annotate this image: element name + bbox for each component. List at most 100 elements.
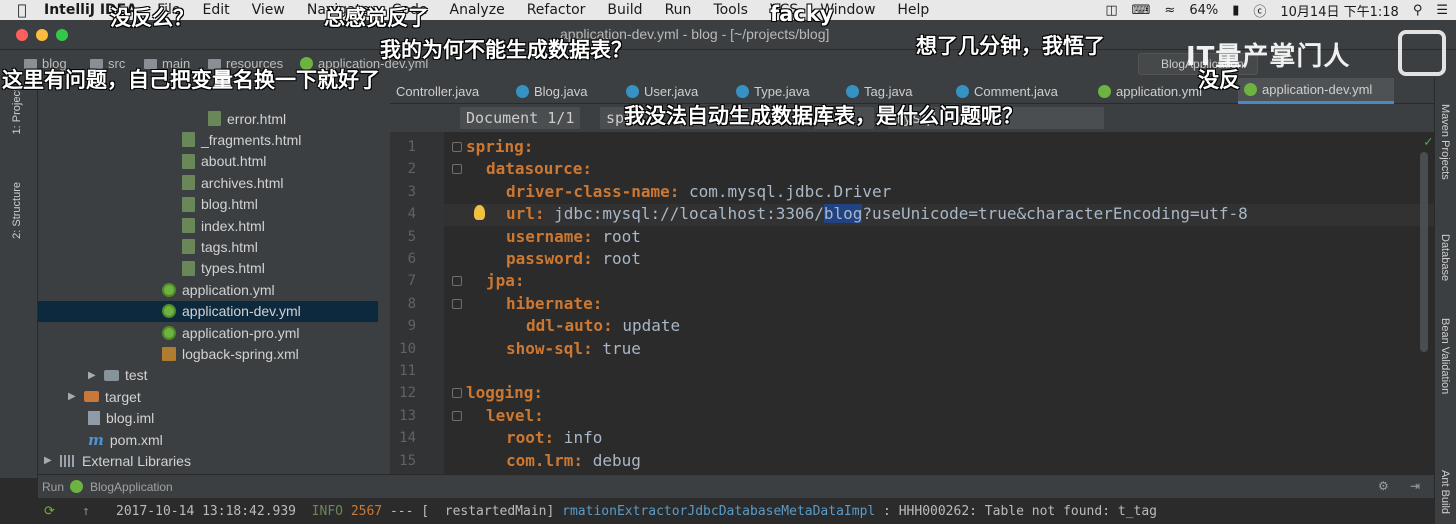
tree-item[interactable]: application.yml	[38, 279, 378, 300]
yaml-key: hibernate:	[506, 293, 603, 313]
menu-tools[interactable]: Tools	[713, 2, 748, 18]
tree-item[interactable]: m pom.xml	[38, 429, 378, 450]
yaml-key: datasource:	[486, 159, 592, 179]
tree-item-label: test	[125, 367, 148, 384]
editor-tab-label: Tag.java	[864, 83, 913, 99]
run-console[interactable]: ⟳ ↑ 2017-10-14 13:18:42.939 INFO 2567 --…	[0, 498, 1434, 524]
spring-boot-icon	[70, 480, 83, 493]
tree-item[interactable]: tags.html	[38, 236, 378, 257]
tree-item[interactable]: archives.html	[38, 172, 378, 193]
code-line: datasource:	[466, 158, 592, 180]
editor-scrollbar[interactable]	[1420, 152, 1428, 352]
tree-item-label: blog.html	[201, 196, 258, 213]
editor-tab[interactable]: Blog.java	[510, 78, 614, 104]
yaml-key: url:	[506, 204, 545, 224]
run-label[interactable]: Run	[42, 480, 64, 494]
inspection-ok-icon[interactable]: ✓	[1424, 134, 1432, 150]
spring-yml-icon	[162, 304, 176, 319]
java-class-icon	[626, 84, 639, 98]
danmaku-comment: 没反	[1198, 68, 1240, 92]
menu-edit[interactable]: Edit	[203, 2, 230, 18]
bean-validation-tool-tab[interactable]: Bean Validation	[1439, 318, 1451, 394]
menu-analyze[interactable]: Analyze	[450, 2, 505, 18]
run-config-label[interactable]: BlogApplication	[90, 480, 173, 494]
tree-item[interactable]: error.html	[38, 108, 378, 129]
tree-item[interactable]: _fragments.html	[38, 129, 378, 150]
danmaku-comment: 我的为何不能生成数据表？	[380, 38, 632, 62]
search-match-highlight: blog	[823, 204, 863, 224]
tree-item[interactable]: about.html	[38, 151, 378, 172]
danmaku-comment: 我没法自动生成数据库表，是什么问题呢？	[624, 104, 1023, 128]
rerun-icon[interactable]: ⟳	[44, 504, 55, 519]
database-tool-tab[interactable]: Database	[1439, 234, 1451, 281]
structure-tool-tab[interactable]: 2: Structure	[11, 182, 23, 239]
menu-help[interactable]: Help	[897, 2, 929, 18]
line-number: 3	[407, 183, 416, 200]
keyboard-icon[interactable]: ⌨	[1132, 3, 1151, 18]
danmaku-comment: 没反么？	[110, 6, 194, 30]
tree-item[interactable]: ▶ test	[38, 365, 378, 386]
scroll-up-icon[interactable]: ↑	[82, 504, 90, 519]
battery-status[interactable]: 64%	[1189, 3, 1218, 18]
editor-tab-label: Type.java	[754, 83, 810, 99]
menu-run[interactable]: Run	[665, 2, 692, 18]
menu-extras: ◫ ⌨ ≈ 64% ▮ ⓒ 10月14日 下午1:18 ⚲ ☰	[1105, 0, 1448, 20]
tree-item[interactable]: blog.html	[38, 194, 378, 215]
tree-item[interactable]: ▶ External Libraries	[38, 450, 378, 471]
expand-arrow-icon[interactable]: ▶	[44, 455, 54, 466]
tree-item-label: tags.html	[201, 238, 258, 255]
line-number: 6	[407, 251, 416, 267]
screen-mirror-icon[interactable]: ◫	[1105, 3, 1117, 18]
fold-marker-icon[interactable]	[452, 142, 462, 152]
yaml-value: debug	[583, 450, 641, 470]
code-line: logging:	[466, 382, 543, 404]
console-log-line: 2017-10-14 13:18:42.939 INFO 2567 --- [ …	[116, 504, 1157, 519]
yaml-value: root	[592, 226, 641, 246]
tree-item[interactable]: types.html	[38, 258, 378, 279]
fold-marker-icon[interactable]	[452, 276, 462, 287]
notification-center-icon[interactable]: ☰	[1436, 3, 1448, 18]
tree-item[interactable]: blog.iml	[38, 408, 378, 429]
tree-item[interactable]: application-dev.yml	[38, 300, 378, 322]
project-tool-tab[interactable]: 1: Project	[11, 88, 23, 134]
yaml-key: com.lrm:	[506, 450, 584, 470]
battery-icon[interactable]: ▮	[1232, 3, 1239, 18]
line-number: 15	[399, 452, 416, 469]
menu-refactor[interactable]: Refactor	[527, 2, 586, 18]
expand-arrow-icon[interactable]: ▶	[88, 370, 98, 381]
expand-arrow-icon[interactable]: ▶	[68, 391, 78, 402]
ant-build-tool-tab[interactable]: Ant Build	[1439, 470, 1451, 514]
zoom-window-button[interactable]	[56, 29, 68, 41]
apple-icon[interactable]: 	[0, 1, 44, 19]
yaml-value: update	[612, 316, 681, 336]
fold-marker-icon[interactable]	[452, 164, 462, 175]
maven-tool-tab[interactable]: Maven Projects	[1439, 104, 1451, 180]
menu-view[interactable]: View	[252, 2, 285, 18]
minimize-window-button[interactable]	[36, 29, 48, 41]
close-window-button[interactable]	[16, 29, 28, 41]
yaml-value: jdbc:mysql://localhost:3306/	[544, 204, 824, 224]
tree-item[interactable]: ▶ target	[38, 386, 378, 407]
menu-build[interactable]: Build	[607, 2, 642, 18]
project-tree: error.html _fragments.html about.html archi…	[38, 78, 390, 478]
editor-tab-label: application-dev.yml	[1262, 82, 1373, 97]
tree-item[interactable]: index.html	[38, 215, 378, 236]
spotlight-search-icon[interactable]: ⚲	[1413, 3, 1423, 18]
hide-panel-icon[interactable]: ⇥	[1410, 479, 1420, 493]
run-tool-bar: Run BlogApplication ⚙ ⇥	[38, 474, 1434, 498]
fold-marker-icon[interactable]	[452, 410, 462, 421]
clock[interactable]: 10月14日 下午1:18	[1280, 1, 1398, 20]
fold-marker-icon[interactable]	[452, 298, 462, 309]
code-editor[interactable]: 1 2 3 4 5 6 7 8 9 10 11 12 13 14 15 ✓ spring: datasourc…	[390, 132, 1434, 474]
tree-item[interactable]: application-pro.yml	[38, 322, 378, 343]
editor-tab[interactable]: Controller.java	[390, 78, 506, 104]
html-file-icon	[182, 239, 195, 255]
tree-item[interactable]: logback-spring.xml	[38, 343, 378, 364]
url-query: ?useUnicode=true&characterEncoding=utf-8	[862, 204, 1248, 224]
editor-tab[interactable]: application-dev.yml	[1238, 78, 1394, 104]
wifi-icon[interactable]: ≈	[1164, 3, 1175, 18]
fold-marker-icon[interactable]	[452, 388, 462, 399]
tree-item-label: External Libraries	[82, 452, 191, 469]
settings-gear-icon[interactable]: ⚙	[1378, 479, 1389, 493]
input-method-icon[interactable]: ⓒ	[1253, 1, 1266, 20]
